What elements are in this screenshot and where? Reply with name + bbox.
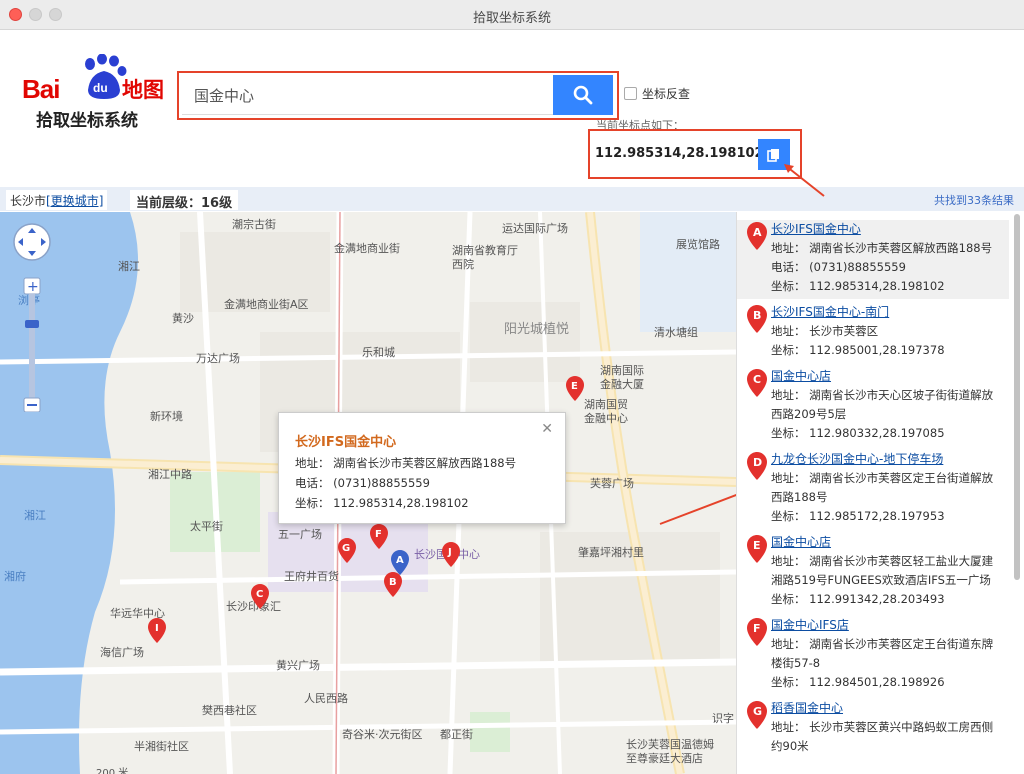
logo-ditu-text: 地图 xyxy=(122,78,164,102)
result-marker-letter: F xyxy=(753,622,761,635)
popup-title: 长沙IFS国金中心 xyxy=(295,435,397,450)
change-city-link[interactable]: [更换城市] xyxy=(46,194,103,208)
copy-icon xyxy=(767,148,779,162)
marker-b: B xyxy=(384,572,402,597)
result-name[interactable]: 国金中心店 xyxy=(771,367,831,384)
result-line: 地址： 长沙市芙蓉区 xyxy=(771,324,879,338)
result-marker-icon: A xyxy=(747,222,767,250)
window-title: 拾取坐标系统 xyxy=(472,11,551,26)
marker-a-selected: A xyxy=(391,550,409,575)
search-icon xyxy=(573,85,593,105)
baidu-map-logo: Bai du 地图 拾取坐标系统 xyxy=(22,52,172,132)
result-line: 坐标： 112.991342,28.203493 xyxy=(771,592,945,606)
svg-text:G: G xyxy=(342,543,350,554)
search-input[interactable] xyxy=(182,76,555,115)
result-line: 地址： 长沙市芙蓉区黄兴中路蚂蚁工房西侧 xyxy=(771,720,994,734)
result-name[interactable]: 长沙IFS国金中心-南门 xyxy=(771,303,889,320)
result-line: 坐标： 112.985001,28.197378 xyxy=(771,343,945,357)
reverse-lookup-checkbox[interactable] xyxy=(624,87,637,100)
result-line: 地址： 湖南省长沙市芙蓉区定王台街道东牌 xyxy=(771,637,994,651)
result-name[interactable]: 稻香国金中心 xyxy=(771,699,843,716)
logo-du-text: du xyxy=(93,81,108,95)
result-line: 西路209号5层 xyxy=(771,407,847,421)
result-line: 坐标： 112.980332,28.197085 xyxy=(771,426,945,440)
result-marker-letter: E xyxy=(753,539,761,552)
result-line: 地址： 湖南省长沙市芙蓉区解放西路188号 xyxy=(771,241,993,255)
annotation-arrow xyxy=(784,164,825,197)
result-item[interactable]: C 国金中心店地址： 湖南省长沙市天心区坡子街街道解放 西路209号5层坐标： 11… xyxy=(737,367,1009,446)
result-marker-letter: G xyxy=(753,705,762,718)
result-line: 地址： 湖南省长沙市天心区坡子街街道解放 xyxy=(771,388,994,402)
logo-subtitle: 拾取坐标系统 xyxy=(36,111,138,131)
result-marker-letter: A xyxy=(753,226,762,239)
result-name[interactable]: 国金中心店 xyxy=(771,533,831,550)
city-name: 长沙市 xyxy=(10,194,47,208)
current-coord-box: 112.985314,28.198102 xyxy=(588,129,802,179)
marker-e: E xyxy=(566,376,584,401)
svg-text:E: E xyxy=(571,381,578,392)
result-name[interactable]: 国金中心IFS店 xyxy=(771,616,849,633)
result-line: 地址： 湖南省长沙市芙蓉区定王台街道解放 xyxy=(771,471,994,485)
result-line: 楼街57-8 xyxy=(771,656,821,670)
result-marker-letter: D xyxy=(753,456,762,469)
svg-text:I: I xyxy=(155,623,159,634)
result-item[interactable]: B 长沙IFS国金中心-南门 地址： 长沙市芙蓉区坐标： 112.985001,28… xyxy=(737,303,1009,363)
result-marker-letter: C xyxy=(753,373,761,386)
logo-bai-text: Bai xyxy=(22,74,60,104)
zoom-level: 当前层级：16级 xyxy=(130,190,239,211)
svg-text:B: B xyxy=(389,577,397,588)
popup-coord: 坐标： 112.985314,28.198102 xyxy=(295,496,469,510)
result-marker-icon: D xyxy=(747,452,767,480)
popup-phone: 电话： (0731)88855559 xyxy=(295,476,430,490)
info-popup: 长沙IFS国金中心 地址： 湖南省长沙市芙蓉区解放西路188号 电话： (073… xyxy=(278,412,566,524)
result-item[interactable]: D 九龙仓长沙国金中心-地下停车场地址： 湖南省长沙市芙蓉区定王台街道解放 西路18… xyxy=(737,450,1009,529)
result-marker-icon: B xyxy=(747,305,767,333)
result-item[interactable]: F 国金中心IFS店地址： 湖南省长沙市芙蓉区定王台街道东牌 楼街57-8 坐标： 1… xyxy=(737,616,1009,695)
city-selector: 长沙市[更换城市] xyxy=(6,190,108,210)
result-marker-icon: G xyxy=(747,701,767,729)
result-line: 西路188号 xyxy=(771,490,828,504)
results-scrollbar[interactable] xyxy=(1014,214,1020,580)
reverse-lookup-label: 坐标反查 xyxy=(642,87,691,101)
result-line: 地址： 湖南省长沙市芙蓉区轻工盐业大厦建 xyxy=(771,554,994,568)
result-item[interactable]: G 稻香国金中心地址： 长沙市芙蓉区黄兴中路蚂蚁工房西侧 约90米 xyxy=(737,699,1009,759)
result-name[interactable]: 九龙仓长沙国金中心-地下停车场 xyxy=(771,450,943,467)
svg-text:J: J xyxy=(447,547,452,558)
result-marker-letter: B xyxy=(753,309,761,322)
result-line: 约90米 xyxy=(771,739,809,753)
result-line: 坐标： 112.985172,28.197953 xyxy=(771,509,945,523)
result-marker-icon: E xyxy=(747,535,767,563)
title-bar: 拾取坐标系统 xyxy=(0,0,1024,30)
popup-address: 地址： 湖南省长沙市芙蓉区解放西路188号 xyxy=(295,456,517,470)
marker-j: J xyxy=(442,542,460,567)
search-box xyxy=(177,71,619,120)
current-coord-value: 112.985314,28.198102 xyxy=(595,146,764,161)
result-line: 电话： (0731)88855559 xyxy=(771,260,906,274)
result-name[interactable]: 长沙IFS国金中心 xyxy=(771,220,861,237)
svg-text:C: C xyxy=(256,589,263,600)
svg-text:A: A xyxy=(396,555,404,566)
marker-i: I xyxy=(148,618,166,643)
results-list: A 长沙IFS国金中心地址： 湖南省长沙市芙蓉区解放西路188号 电话： (0731… xyxy=(736,212,1024,774)
result-line: 坐标： 112.985314,28.198102 xyxy=(771,279,945,293)
search-button[interactable] xyxy=(553,75,613,115)
result-item[interactable]: E 国金中心店地址： 湖南省长沙市芙蓉区轻工盐业大厦建 湘路519号FUNGEES欢… xyxy=(737,533,1009,612)
result-item[interactable]: A 长沙IFS国金中心地址： 湖南省长沙市芙蓉区解放西路188号 电话： (0731… xyxy=(737,220,1009,299)
result-line: 湘路519号FUNGEES欢致酒店IFS五一广场 xyxy=(771,573,991,587)
result-marker-icon: C xyxy=(747,369,767,397)
result-marker-icon: F xyxy=(747,618,767,646)
marker-f: F xyxy=(370,524,388,549)
result-count: 共找到33条结果 xyxy=(934,194,1014,207)
marker-c: C xyxy=(251,584,269,609)
popup-close-icon[interactable]: ✕ xyxy=(541,421,553,437)
result-line: 坐标： 112.984501,28.198926 xyxy=(771,675,945,689)
map-canvas[interactable]: 潮宗古街 金满地商业街 运达国际广场 湖南省教育厅 西院 展览馆路 湘江 金满地… xyxy=(0,212,736,774)
svg-text:F: F xyxy=(375,529,382,540)
marker-g: G xyxy=(338,538,356,563)
baidu-paw-icon: du xyxy=(85,54,127,99)
